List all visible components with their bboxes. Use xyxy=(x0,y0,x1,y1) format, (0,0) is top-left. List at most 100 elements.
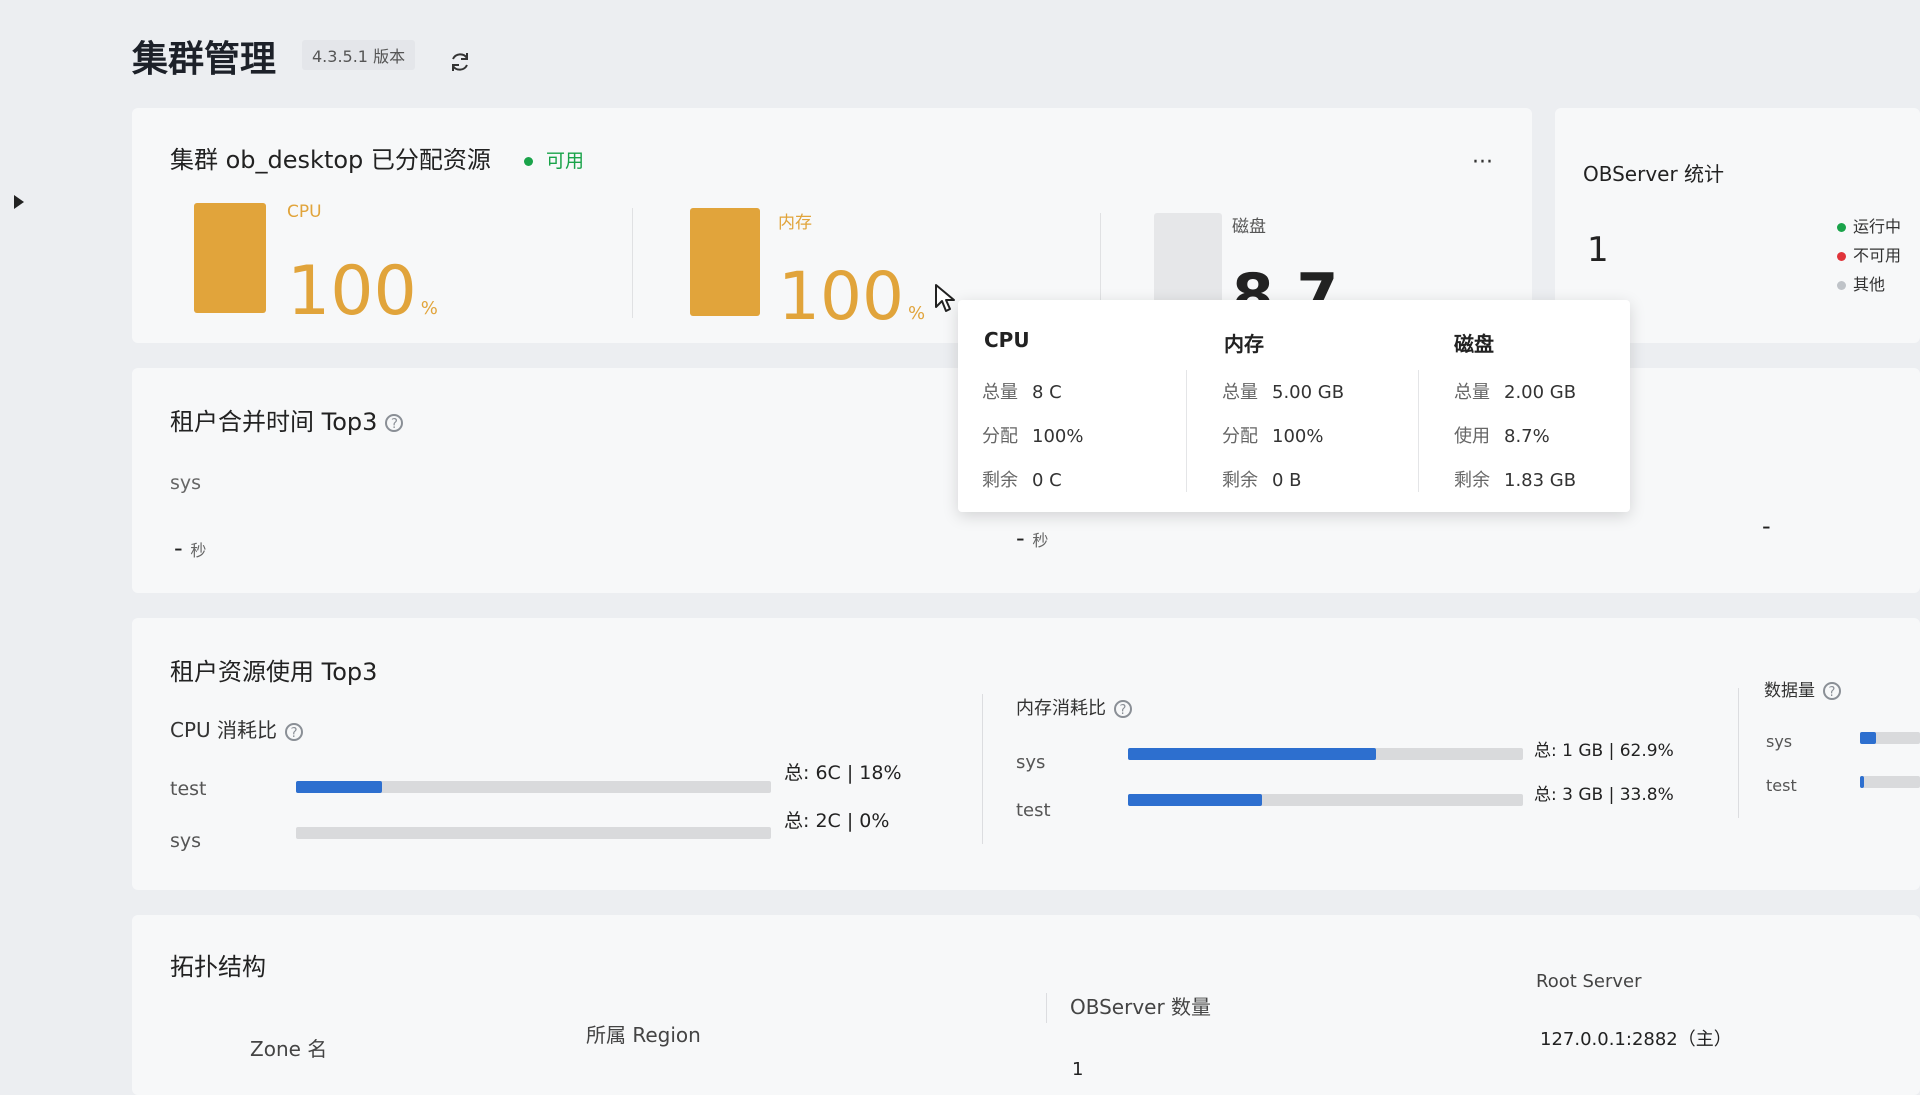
merge-unit-mid: 秒 xyxy=(1032,531,1049,550)
legend-label-running: 运行中 xyxy=(1853,217,1902,236)
cpu-row-bar xyxy=(296,781,771,793)
tooltip-memory-allocated: 分配 100% xyxy=(1222,422,1323,448)
observer-legend: 运行中 不可用 其他 xyxy=(1837,212,1901,299)
cluster-status: 可用 xyxy=(524,146,584,173)
divider xyxy=(1418,370,1419,492)
tooltip-disk-used: 使用 8.7% xyxy=(1454,422,1550,448)
memory-row-name: test xyxy=(1016,800,1051,821)
divider xyxy=(1186,370,1187,492)
tooltip-value: 5.00 GB xyxy=(1272,382,1345,403)
tooltip-disk-total: 总量 2.00 GB xyxy=(1454,378,1576,404)
tooltip-key: 分配 xyxy=(982,426,1018,447)
tooltip-key: 总量 xyxy=(1222,382,1258,403)
legend-dot-other xyxy=(1837,281,1846,290)
more-button[interactable]: ··· xyxy=(1472,150,1493,175)
legend-running: 运行中 xyxy=(1837,212,1901,241)
tooltip-value: 2.00 GB xyxy=(1504,382,1577,403)
refresh-icon[interactable] xyxy=(448,50,472,74)
merge-unit-left: 秒 xyxy=(190,541,207,560)
data-row-name: sys xyxy=(1766,732,1793,751)
data-row-bar-fill xyxy=(1860,732,1876,744)
help-icon[interactable]: ? xyxy=(385,414,404,432)
tooltip-memory-remaining: 剩余 0 B xyxy=(1222,466,1302,492)
cpu-row-summary: 总: 2C | 0% xyxy=(784,810,890,832)
cluster-card-title: 集群 ob_desktop 已分配资源 xyxy=(170,146,491,174)
cpu-gauge-track xyxy=(194,203,266,313)
tooltip-disk-title: 磁盘 xyxy=(1454,332,1494,356)
merge-card-title-text: 租户合并时间 Top3 xyxy=(170,408,378,436)
memory-value-number: 100 xyxy=(778,258,904,335)
page-title: 集群管理 xyxy=(132,39,277,80)
divider xyxy=(1738,688,1739,818)
version-badge: 4.3.5.1 版本 xyxy=(302,40,416,70)
tooltip-cpu-total: 总量 8 C xyxy=(982,378,1062,404)
topology-title: 拓扑结构 xyxy=(170,953,266,981)
tooltip-value: 0 C xyxy=(1032,470,1062,491)
topology-card: 拓扑结构 Zone 名 所属 Region OBServer 数量 Root S… xyxy=(132,915,1920,1095)
cpu-ratio-title-text: CPU 消耗比 xyxy=(170,718,278,742)
cpu-value-unit: % xyxy=(420,298,438,319)
observer-title: OBServer 统计 xyxy=(1583,162,1725,186)
nav-expand-icon[interactable] xyxy=(14,195,24,209)
cpu-row-summary: 总: 6C | 18% xyxy=(784,762,902,784)
memory-row-bar-fill xyxy=(1128,794,1262,806)
resource-usage-card: 租户资源使用 Top3 CPU 消耗比? test 总: 6C | 18% sy… xyxy=(132,618,1920,890)
help-icon[interactable]: ? xyxy=(285,722,304,741)
status-text: 可用 xyxy=(546,150,585,172)
data-row-bar-fill xyxy=(1860,776,1864,788)
memory-row-bar xyxy=(1128,748,1523,760)
memory-gauge-track xyxy=(690,208,760,316)
topology-observer-count: 1 xyxy=(1072,1059,1084,1080)
memory-value: 100% xyxy=(778,264,925,330)
tooltip-key: 总量 xyxy=(1454,382,1490,403)
legend-other: 其他 xyxy=(1837,270,1901,299)
memory-label: 内存 xyxy=(778,213,812,233)
legend-unavailable: 不可用 xyxy=(1837,241,1901,270)
resource-tooltip: CPU 总量 8 C 分配 100% 剩余 0 C 内存 总量 5.00 GB 分配 10… xyxy=(958,300,1630,512)
cpu-row-name: sys xyxy=(170,830,202,852)
merge-value-right: - xyxy=(1762,512,1771,540)
tooltip-memory-title: 内存 xyxy=(1224,332,1264,356)
memory-row-summary: 总: 3 GB | 33.8% xyxy=(1534,785,1674,805)
merge-value-mid-number: - xyxy=(1016,524,1025,552)
data-row-bar xyxy=(1860,776,1920,788)
mouse-cursor-icon xyxy=(934,283,956,317)
help-icon[interactable]: ? xyxy=(1823,682,1841,700)
help-icon[interactable]: ? xyxy=(1114,700,1132,718)
tooltip-value: 100% xyxy=(1032,426,1084,447)
cpu-row-bar xyxy=(296,827,771,839)
tooltip-memory-total: 总量 5.00 GB xyxy=(1222,378,1344,404)
tooltip-cpu-allocated: 分配 100% xyxy=(982,422,1083,448)
tooltip-key: 使用 xyxy=(1454,426,1490,447)
legend-dot-running xyxy=(1837,223,1846,232)
divider xyxy=(1046,993,1047,1023)
cpu-value-number: 100 xyxy=(287,252,417,331)
data-row-bar xyxy=(1860,732,1920,744)
memory-ratio-title: 内存消耗比? xyxy=(1016,694,1132,720)
topology-root-server: 127.0.0.1:2882（主） xyxy=(1540,1029,1732,1050)
tooltip-cpu-remaining: 剩余 0 C xyxy=(982,466,1062,492)
observer-count: 1 xyxy=(1587,230,1609,270)
status-dot xyxy=(524,157,533,166)
column-header-observer-count: OBServer 数量 xyxy=(1070,995,1212,1019)
memory-value-unit: % xyxy=(907,303,926,324)
legend-dot-unavailable xyxy=(1837,252,1846,261)
disk-label: 磁盘 xyxy=(1232,217,1266,237)
cpu-ratio-title: CPU 消耗比? xyxy=(170,714,304,743)
tooltip-cpu-title: CPU xyxy=(984,328,1030,352)
tooltip-value: 0 B xyxy=(1272,470,1302,491)
tooltip-value: 100% xyxy=(1272,426,1324,447)
tooltip-key: 剩余 xyxy=(1454,470,1490,491)
memory-ratio-title-text: 内存消耗比 xyxy=(1016,698,1106,719)
cpu-row-name: test xyxy=(170,778,207,800)
tooltip-key: 分配 xyxy=(1222,426,1258,447)
tooltip-key: 剩余 xyxy=(982,470,1018,491)
memory-row-name: sys xyxy=(1016,752,1046,773)
data-volume-title-text: 数据量 xyxy=(1764,681,1815,701)
column-header-region: 所属 Region xyxy=(586,1023,701,1047)
memory-row-bar xyxy=(1128,794,1523,806)
resource-card-title: 租户资源使用 Top3 xyxy=(170,658,378,686)
column-header-zone: Zone 名 xyxy=(250,1037,328,1061)
cpu-gauge-fill xyxy=(194,203,266,313)
tooltip-key: 总量 xyxy=(982,382,1018,403)
